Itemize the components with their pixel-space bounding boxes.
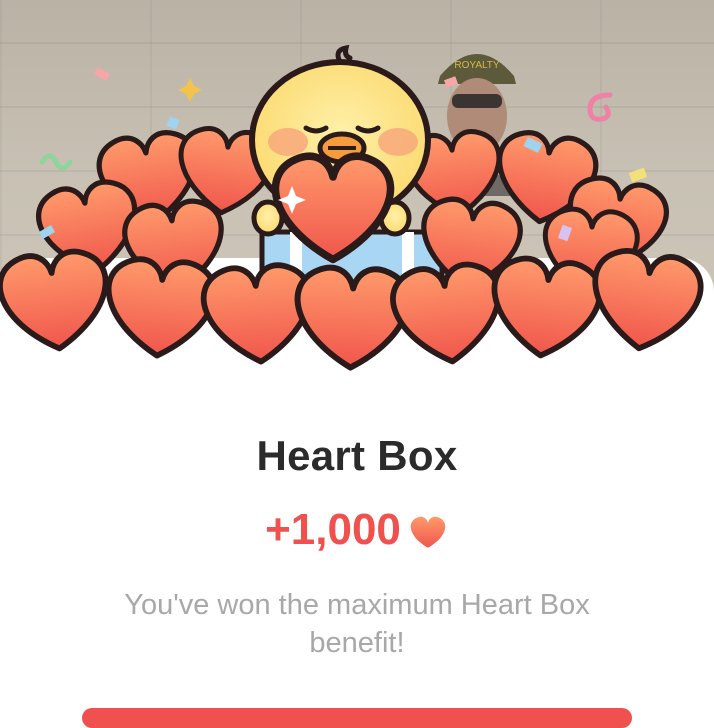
heart-decor xyxy=(0,248,112,354)
heart-decor xyxy=(488,255,603,361)
heart-decor xyxy=(390,261,505,367)
confirm-button[interactable] xyxy=(82,708,632,728)
heart-decor xyxy=(587,247,705,356)
reward-amount-row: +1,000 xyxy=(0,505,714,555)
heart-box-illustration xyxy=(0,44,714,400)
heart-decor xyxy=(104,257,216,359)
heart-icon xyxy=(410,516,446,548)
heart-decor xyxy=(202,263,314,365)
heart-decor xyxy=(295,267,409,370)
reward-title: Heart Box xyxy=(256,432,458,479)
reward-message: You've won the maximum Heart Box benefit… xyxy=(124,589,590,659)
reward-amount: +1,000 xyxy=(265,505,401,554)
